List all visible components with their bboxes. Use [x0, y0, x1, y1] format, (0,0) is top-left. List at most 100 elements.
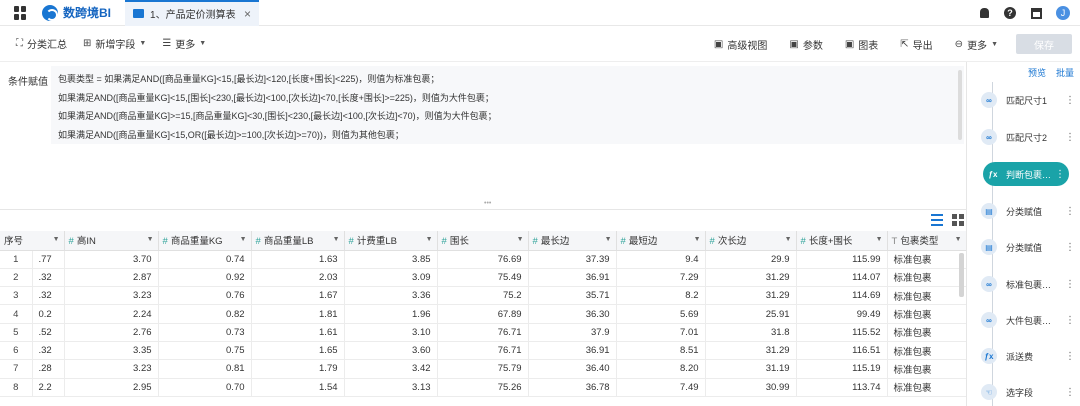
column-header-label: 商品重量LB: [263, 236, 314, 248]
table-cell: 6: [0, 341, 33, 361]
more-icon[interactable]: ⋮: [1065, 132, 1075, 143]
column-header[interactable]: # 围长 ▼: [437, 231, 529, 251]
toolbar-item-0[interactable]: ⛶ 分类汇总: [16, 36, 67, 51]
table-row[interactable]: 7.28 3.23 0.81 1.79 3.42 75.79 36.40 8.20 31.19 1…: [0, 359, 966, 379]
table-cell: 2.2: [32, 378, 65, 397]
more-circle-icon: ⊖: [954, 38, 964, 50]
toolbar-item-1[interactable]: ⊞ 新增字段 ▼: [83, 36, 146, 51]
save-button[interactable]: 保存: [1016, 34, 1072, 54]
toolbar-item-2[interactable]: ☰ 更多 ▼: [162, 36, 206, 51]
column-header[interactable]: # 高IN ▼: [64, 231, 159, 251]
chevron-down-icon[interactable]: ▼: [240, 236, 247, 243]
panel-icon[interactable]: [1030, 7, 1042, 19]
table-cell: 76.69: [437, 250, 529, 269]
step-7[interactable]: ƒx 派送费 ⋮: [981, 344, 1075, 368]
chevron-down-icon[interactable]: ▼: [876, 236, 883, 243]
apps-grid-icon[interactable]: [14, 5, 28, 20]
tab-pricing-sheet[interactable]: 1、产品定价测算表 ×: [125, 0, 260, 26]
step-icon: ∞: [981, 129, 997, 145]
table-row[interactable]: 3.32 3.23 0.76 1.67 3.36 75.2 35.71 8.2 31.29 114…: [0, 286, 966, 306]
step-4[interactable]: ▤ 分类赋值 ⋮: [981, 235, 1075, 259]
column-header-label: 围长: [449, 236, 469, 248]
step-3[interactable]: ▤ 分类赋值 ⋮: [981, 199, 1075, 223]
help-icon[interactable]: ?: [1004, 7, 1016, 19]
more-icon[interactable]: ⋮: [1065, 242, 1075, 253]
step-2[interactable]: ƒx 判断包裹… ⋮: [983, 162, 1069, 186]
step-6[interactable]: ∞ 大件包裹… ⋮: [981, 308, 1075, 332]
chevron-down-icon[interactable]: ▼: [785, 236, 792, 243]
list-view-icon[interactable]: [931, 214, 943, 226]
logo[interactable]: 数跨境BI: [42, 4, 111, 21]
column-header[interactable]: # 最长边 ▼: [528, 231, 617, 251]
step-label: 匹配尺寸2: [1006, 132, 1048, 143]
chevron-down-icon[interactable]: ▼: [426, 236, 433, 243]
table-cell: 75.49: [437, 268, 529, 288]
table-cell: 2.87: [64, 268, 159, 288]
chevron-down-icon[interactable]: ▼: [147, 236, 154, 243]
more-icon[interactable]: ⋮: [1065, 315, 1075, 326]
toolbar-right-item-3[interactable]: ⇱ 导出: [900, 37, 932, 52]
table-row[interactable]: 8 2.2 2.95 0.70 1.54 3.13 75.26 36.78 7.49 30.99 1…: [0, 378, 966, 397]
toolbar-right-item-1[interactable]: ▣ 参数: [789, 37, 822, 52]
step-label: 分类赋值: [1006, 206, 1043, 217]
more-icon[interactable]: ⋮: [1065, 279, 1075, 290]
toolbar-item-label: 分类汇总: [27, 40, 67, 51]
table-cell: 3.23: [64, 359, 159, 379]
step-0[interactable]: ∞ 匹配尺寸1 ⋮: [981, 88, 1075, 112]
close-icon[interactable]: ×: [244, 7, 251, 21]
chevron-down-icon[interactable]: ▼: [605, 236, 612, 243]
chevron-down-icon[interactable]: ▼: [955, 236, 962, 243]
chevron-down-icon[interactable]: ▼: [333, 236, 340, 243]
more-icon[interactable]: ⋮: [1055, 169, 1065, 180]
step-1[interactable]: ∞ 匹配尺寸2 ⋮: [981, 125, 1075, 149]
formula-line: 包裹类型 = 如果满足AND([商品重量KG]<15,[最长边]<120,[长度…: [58, 74, 440, 84]
table-row[interactable]: 5.52 2.76 0.73 1.61 3.10 76.71 37.9 7.01 31.8 115…: [0, 323, 966, 342]
more-icon[interactable]: ⋮: [1065, 95, 1075, 106]
step-5[interactable]: ∞ 标准包裹… ⋮: [981, 272, 1075, 296]
column-header[interactable]: # 商品重量LB ▼: [251, 231, 345, 251]
batch-link[interactable]: 批量: [1056, 66, 1074, 79]
column-header-label: 序号: [4, 236, 24, 248]
avatar[interactable]: J: [1056, 6, 1070, 20]
table-cell: 1.54: [251, 378, 345, 397]
more-icon[interactable]: ⋮: [1065, 387, 1075, 398]
table-scrollbar[interactable]: [959, 253, 964, 297]
toolbar-item-label: 更多: [967, 40, 988, 52]
preview-link[interactable]: 预览: [1028, 66, 1046, 79]
logo-icon: [42, 4, 58, 21]
column-header[interactable]: # 计费重LB ▼: [344, 231, 438, 251]
group-icon: ⛶: [16, 38, 23, 49]
grid-view-icon[interactable]: [952, 214, 964, 226]
chevron-down-icon: ▼: [991, 40, 998, 48]
chevron-down-icon[interactable]: ▼: [694, 236, 701, 243]
table-row[interactable]: 6.32 3.35 0.75 1.65 3.60 76.71 36.91 8.51 31.29 1…: [0, 341, 966, 361]
column-header[interactable]: # 最短边 ▼: [616, 231, 706, 251]
step-8[interactable]: ☜ 选字段 ⋮: [981, 380, 1075, 404]
column-header[interactable]: 序号 ▼: [0, 231, 65, 251]
chevron-down-icon[interactable]: ▼: [53, 236, 60, 243]
table-cell: 标准包裹: [887, 378, 966, 397]
table-cell: 标准包裹: [887, 323, 966, 342]
toolbar-right-item-4[interactable]: ⊖ 更多 ▼: [955, 37, 998, 52]
table-row[interactable]: 4 0.2 2.24 0.82 1.81 1.96 67.89 36.30 5.69 25.91 9…: [0, 304, 966, 324]
toolbar-right-item-0[interactable]: ▣ 高级视图: [714, 37, 767, 52]
add-field-icon: ⊞: [83, 38, 92, 49]
column-header[interactable]: # 长度+围长 ▼: [796, 231, 888, 251]
column-header[interactable]: T 包裹类型 ▼: [887, 231, 966, 251]
table-row[interactable]: 1.77 3.70 0.74 1.63 3.85 76.69 37.39 9.4 29.9 115…: [0, 250, 966, 269]
more-icon[interactable]: ⋮: [1065, 206, 1075, 217]
resize-handle[interactable]: •••: [484, 200, 491, 207]
table-cell: 31.29: [705, 286, 797, 306]
table-cell: 7.01: [616, 323, 706, 342]
chart-tab-icon: [133, 9, 145, 18]
formula-scrollbar[interactable]: [958, 70, 962, 140]
table-cell: 1.65: [251, 341, 345, 361]
table-row[interactable]: 2.32 2.87 0.92 2.03 3.09 75.49 36.91 7.29 31.29 1…: [0, 268, 966, 288]
toolbar-right-item-2[interactable]: ▣ 图表: [845, 37, 878, 52]
column-header[interactable]: # 商品重量KG ▼: [158, 231, 252, 251]
formula-editor[interactable]: 包裹类型 = 如果满足AND([商品重量KG]<15,[最长边]<120,[长度…: [51, 66, 964, 144]
column-header[interactable]: # 次长边 ▼: [705, 231, 797, 251]
chevron-down-icon[interactable]: ▼: [517, 236, 524, 243]
bell-icon[interactable]: [978, 7, 990, 19]
more-icon[interactable]: ⋮: [1065, 351, 1075, 362]
